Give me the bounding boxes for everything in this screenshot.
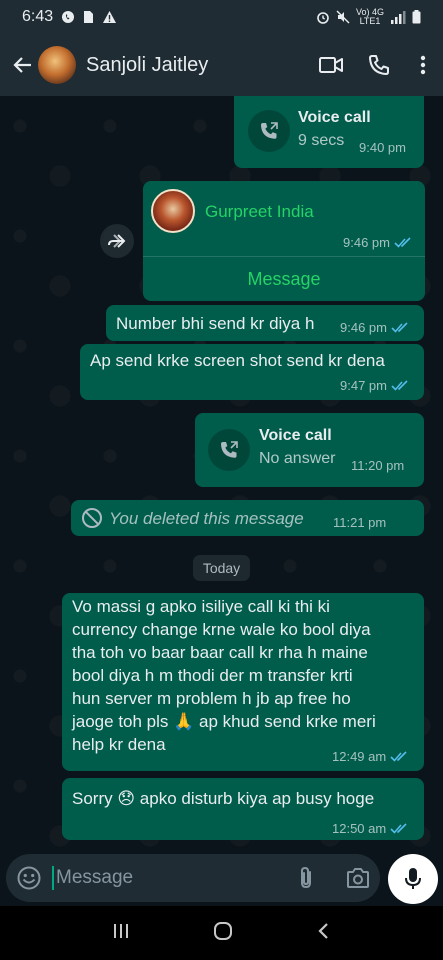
more-vertical-icon bbox=[420, 55, 426, 75]
battery-icon bbox=[412, 10, 421, 24]
double-check-icon bbox=[390, 823, 408, 834]
paperclip-icon bbox=[301, 866, 311, 889]
message-time: 9:46 pm bbox=[340, 320, 409, 335]
attach-button[interactable] bbox=[296, 866, 316, 895]
chat-header: Sanjoli Jaitley bbox=[0, 34, 443, 96]
chevron-left-icon bbox=[318, 922, 328, 939]
voice-call-bubble[interactable]: Voice call 9 secs 9:40 pm bbox=[234, 96, 424, 168]
message-time: 12:50 am bbox=[332, 821, 408, 836]
outgoing-call-icon bbox=[261, 122, 278, 139]
mute-icon bbox=[336, 10, 350, 24]
outgoing-message[interactable]: Ap send krke screen shot send kr dena 9:… bbox=[80, 344, 424, 400]
video-camera-icon bbox=[319, 57, 343, 73]
shared-contact-name: Gurpreet India bbox=[205, 202, 314, 221]
chat-area[interactable]: Voice call 9 secs 9:40 pm Gurpreet India… bbox=[0, 96, 443, 854]
voice-message-button[interactable] bbox=[388, 854, 438, 904]
outgoing-call-icon bbox=[221, 441, 238, 458]
deleted-text: You deleted this message bbox=[109, 509, 304, 528]
double-check-icon bbox=[390, 751, 408, 762]
message-text: Sorry 😞 apko disturb kiya ap busy hoge bbox=[72, 789, 375, 808]
forward-button[interactable] bbox=[100, 224, 134, 258]
recent-apps-button[interactable] bbox=[112, 922, 130, 945]
message-input[interactable] bbox=[52, 866, 282, 890]
message-text: Number bhi send kr diya h bbox=[116, 314, 315, 333]
outgoing-message[interactable]: Number bhi send kr diya h 9:46 pm bbox=[106, 305, 424, 341]
back-arrow-icon bbox=[13, 57, 31, 73]
message-time: 11:21 pm bbox=[333, 515, 387, 530]
status-time: 6:43 bbox=[22, 8, 54, 25]
call-title: Voice call bbox=[298, 109, 371, 126]
double-check-icon bbox=[394, 237, 412, 248]
whatsapp-notification-icon bbox=[61, 10, 75, 24]
contact-card-bubble[interactable]: Gurpreet India 9:46 pm Message bbox=[143, 181, 425, 301]
microphone-icon bbox=[405, 868, 421, 889]
call-title: Voice call bbox=[259, 427, 332, 444]
message-time: 9:47 pm bbox=[340, 378, 409, 393]
video-call-button[interactable] bbox=[307, 41, 355, 89]
date-divider: Today bbox=[193, 555, 250, 581]
contact-name[interactable]: Sanjoli Jaitley bbox=[86, 54, 307, 77]
alarm-icon bbox=[316, 10, 330, 24]
more-options-button[interactable] bbox=[403, 41, 443, 89]
block-icon bbox=[81, 507, 103, 534]
message-time: 11:20 pm bbox=[351, 458, 405, 473]
message-time: 12:49 am bbox=[332, 749, 408, 764]
camera-icon bbox=[347, 868, 369, 888]
recent-apps-icon bbox=[113, 923, 128, 938]
call-duration: 9 secs bbox=[298, 132, 345, 149]
call-icon-circle bbox=[208, 429, 250, 471]
message-text: Vo massi g apko isiliye call ki thi ki c… bbox=[72, 597, 376, 754]
message-input-container[interactable] bbox=[6, 854, 380, 902]
home-icon bbox=[214, 921, 233, 940]
outgoing-message[interactable]: Vo massi g apko isiliye call ki thi ki c… bbox=[62, 593, 424, 771]
back-button[interactable] bbox=[6, 48, 40, 82]
double-check-icon bbox=[391, 380, 409, 391]
shared-contact-avatar bbox=[151, 189, 195, 233]
compose-bar bbox=[0, 854, 443, 906]
voice-call-bubble[interactable]: Voice call No answer 11:20 pm bbox=[195, 413, 424, 487]
message-time: 9:40 pm bbox=[359, 140, 406, 155]
system-back-button[interactable] bbox=[317, 921, 331, 946]
outgoing-message[interactable]: Sorry 😞 apko disturb kiya ap busy hoge 1… bbox=[62, 778, 424, 840]
network-type: Vo) 4G LTE1 bbox=[355, 7, 384, 26]
message-contact-button[interactable]: Message bbox=[143, 257, 425, 301]
message-time: 9:46 pm bbox=[343, 235, 412, 250]
camera-button[interactable] bbox=[346, 867, 370, 894]
message-text: Ap send krke screen shot send kr dena bbox=[90, 351, 385, 370]
sim-card-icon bbox=[83, 10, 94, 24]
contact-avatar[interactable] bbox=[38, 46, 76, 84]
warning-icon bbox=[102, 10, 117, 24]
deleted-message[interactable]: You deleted this message 11:21 pm bbox=[71, 500, 424, 536]
phone-icon bbox=[369, 55, 389, 75]
home-button[interactable] bbox=[213, 921, 233, 946]
call-icon-circle bbox=[248, 110, 290, 152]
status-bar: 6:43 Vo) 4G LTE1 bbox=[0, 0, 443, 34]
forward-icon bbox=[108, 234, 126, 248]
signal-icon bbox=[390, 10, 406, 24]
emoji-icon bbox=[17, 866, 41, 890]
system-navigation-bar bbox=[0, 906, 443, 960]
emoji-button[interactable] bbox=[16, 865, 42, 896]
double-check-icon bbox=[391, 322, 409, 333]
call-status: No answer bbox=[259, 450, 336, 467]
voice-call-button[interactable] bbox=[355, 41, 403, 89]
